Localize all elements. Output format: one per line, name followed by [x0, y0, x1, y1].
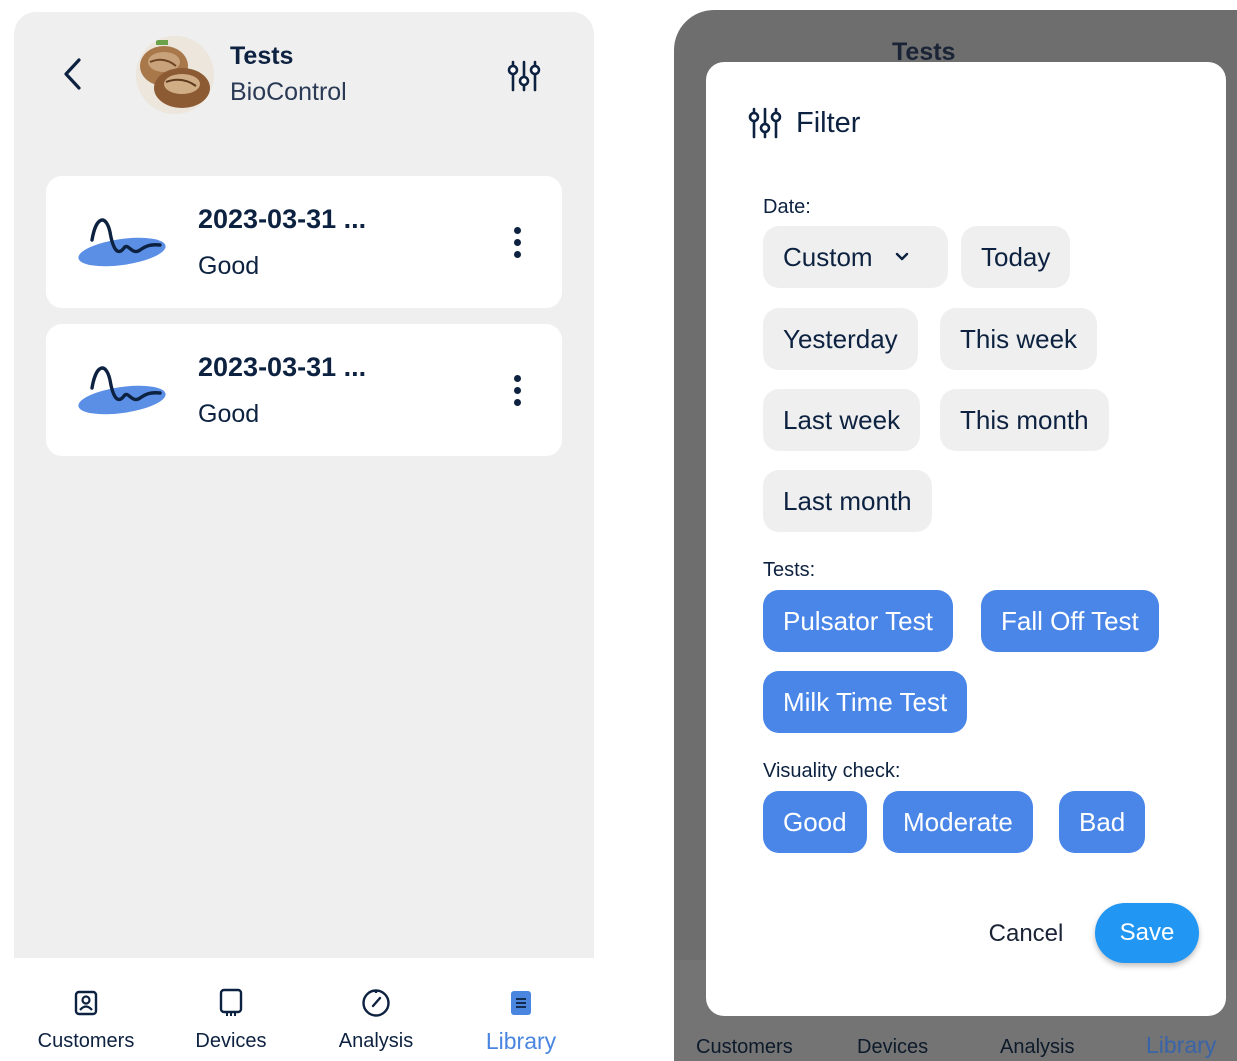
date-this-week-chip[interactable]: This week: [940, 308, 1098, 370]
test-title: 2023-03-31 ...: [198, 352, 367, 382]
chip-label: This month: [960, 404, 1089, 435]
tests-screen: Tests BioControl 2023-03-31 ... Good 202…: [14, 12, 594, 1061]
gauge-icon: [361, 988, 391, 1018]
date-yesterday-chip[interactable]: Yesterday: [763, 308, 918, 370]
nav-label: Library: [485, 1028, 557, 1054]
sliders-icon: [748, 107, 782, 139]
chip-label: Fall Off Test: [1001, 605, 1139, 636]
visuality-good-chip[interactable]: Good: [763, 791, 867, 853]
back-button[interactable]: [54, 52, 90, 96]
contact-card-icon: [74, 988, 98, 1018]
visuality-moderate-chip[interactable]: Moderate: [883, 791, 1033, 853]
test-title: 2023-03-31 ...: [198, 204, 367, 234]
chevron-left-icon: [64, 58, 81, 90]
nav-label: Devices: [195, 1030, 267, 1052]
wave-signal-icon: [76, 210, 168, 274]
date-last-month-chip[interactable]: Last month: [763, 470, 932, 532]
chip-label: Good: [783, 806, 847, 837]
nav-label: Customers: [37, 1030, 135, 1052]
test-status: Good: [198, 252, 260, 280]
page-title: Tests: [230, 42, 294, 70]
test-card[interactable]: 2023-03-31 ... Good: [46, 176, 562, 308]
more-vertical-icon: [513, 226, 521, 234]
more-vertical-icon: [513, 374, 521, 382]
tests-section-label: Tests:: [763, 559, 816, 581]
visuality-bad-chip[interactable]: Bad: [1059, 791, 1146, 853]
chip-label: Last month: [783, 485, 912, 516]
filter-button[interactable]: [502, 56, 546, 96]
nav-label: Analysis: [338, 1030, 414, 1052]
chip-label: Yesterday: [783, 323, 898, 354]
nav-item-analysis[interactable]: Analysis: [318, 958, 434, 1061]
test-status: Good: [198, 400, 260, 428]
chip-label: Last week: [783, 404, 901, 435]
date-last-week-chip[interactable]: Last week: [763, 389, 921, 451]
date-this-month-chip[interactable]: This month: [940, 389, 1109, 451]
nav-label: Library: [1146, 1032, 1217, 1058]
avatar: [136, 36, 214, 114]
sliders-icon: [507, 60, 541, 92]
wave-signal-icon: [76, 358, 168, 422]
chip-label: Pulsator Test: [783, 605, 933, 636]
chip-label: Moderate: [903, 806, 1013, 837]
chip-label: This week: [960, 323, 1078, 354]
chevron-down-icon: [895, 252, 909, 262]
chip-label: Milk Time Test: [783, 686, 948, 717]
cancel-button[interactable]: Cancel: [978, 914, 1074, 954]
save-button[interactable]: Save: [1095, 903, 1199, 963]
chip-label: Custom: [783, 241, 873, 272]
test-milk-time-chip[interactable]: Milk Time Test: [763, 671, 968, 733]
nav-item-customers[interactable]: Customers: [24, 958, 148, 1061]
filter-dialog: Filter Date: Custom Today Yesterday This…: [706, 62, 1226, 1016]
nav-label: Analysis: [1000, 1036, 1075, 1058]
more-options-button[interactable]: [502, 368, 532, 412]
nav-label: Customers: [696, 1036, 793, 1058]
date-section-label: Date:: [763, 196, 811, 218]
date-custom-dropdown[interactable]: Custom: [763, 226, 948, 288]
chip-label: Bad: [1079, 806, 1126, 837]
nav-item-library[interactable]: Library: [466, 958, 576, 1061]
test-card[interactable]: 2023-03-31 ... Good: [46, 324, 562, 456]
nav-item-devices[interactable]: Devices: [174, 958, 288, 1061]
date-today-chip[interactable]: Today: [961, 226, 1071, 288]
visuality-section-label: Visuality check:: [763, 760, 901, 782]
device-icon: [219, 988, 243, 1018]
dialog-header: Filter: [748, 106, 860, 140]
bottom-navigation: Customers Devices Analysis Library: [14, 958, 594, 1061]
dialog-title: Filter: [796, 106, 861, 139]
more-options-button[interactable]: [502, 220, 532, 264]
test-fall-off-chip[interactable]: Fall Off Test: [981, 590, 1159, 652]
nav-label: Devices: [857, 1036, 929, 1058]
page-subtitle: BioControl: [230, 78, 347, 106]
library-icon: [510, 988, 532, 1018]
chip-label: Today: [981, 241, 1051, 272]
test-pulsator-chip[interactable]: Pulsator Test: [763, 590, 953, 652]
